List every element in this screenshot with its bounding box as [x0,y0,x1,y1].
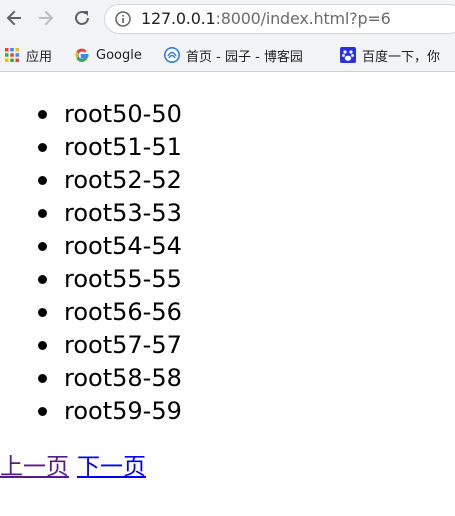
list-item-text: root57-57 [64,331,182,359]
pagination: 上一页 下一页 [0,452,146,482]
bullet-icon [38,209,47,218]
bookmark-apps[interactable]: 应用 [4,44,52,66]
reload-icon [75,10,89,25]
bookmark-google[interactable]: Google [74,44,142,66]
list-item: root58-58 [0,362,182,395]
bookmark-cnblogs[interactable]: 首页 - 园子 - 博客园 [164,44,303,66]
url-host: 127.0.0.1 [141,9,216,28]
list-item: root52-52 [0,164,182,197]
browser-toolbar: 127.0.0.1:8000/index.html?p=6 [0,0,455,38]
list-item-text: root59-59 [64,397,182,425]
address-bar[interactable]: 127.0.0.1:8000/index.html?p=6 [104,4,455,34]
bookmark-baidu[interactable]: 百度一下，你 [340,44,440,66]
bookmark-label: Google [96,47,142,63]
list-item-text: root55-55 [64,265,182,293]
list-item: root55-55 [0,263,182,296]
bookmark-label: 首页 - 园子 - 博客园 [186,49,303,65]
bullet-icon [38,143,47,152]
bullet-icon [38,374,47,383]
prev-page-link[interactable]: 上一页 [0,454,69,480]
baidu-paw-icon [340,47,356,63]
back-arrow-icon [6,10,21,26]
bullet-icon [38,110,47,119]
browser-chrome: 127.0.0.1:8000/index.html?p=6 应用 Google … [0,0,455,72]
url-path: :8000/index.html?p=6 [215,9,391,28]
list-item-text: root54-54 [64,232,182,260]
list-item: root59-59 [0,395,182,428]
forward-arrow-icon [39,10,54,26]
bullet-icon [38,176,47,185]
bullet-icon [38,242,47,251]
list-item-text: root51-51 [64,133,182,161]
item-list: root50-50 root51-51 root52-52 root53-53 … [0,98,182,428]
forward-button[interactable] [34,6,58,30]
list-item: root51-51 [0,131,182,164]
list-item: root50-50 [0,98,182,131]
back-button[interactable] [2,6,26,30]
list-item-text: root58-58 [64,364,182,392]
google-icon [75,48,89,62]
bookmark-label: 应用 [26,49,53,65]
info-icon[interactable] [115,11,131,27]
list-item-text: root53-53 [64,199,182,227]
bullet-icon [38,275,47,284]
list-item: root56-56 [0,296,182,329]
list-item: root54-54 [0,230,182,263]
list-item-text: root50-50 [64,100,182,128]
next-page-link[interactable]: 下一页 [77,454,146,480]
bullet-icon [38,308,47,317]
list-item-text: root52-52 [64,166,182,194]
cnblogs-icon [164,47,180,63]
bullet-icon [38,341,47,350]
bookmark-label: 百度一下，你 [362,49,441,65]
list-item: root53-53 [0,197,182,230]
url-text[interactable]: 127.0.0.1:8000/index.html?p=6 [141,10,391,28]
reload-button[interactable] [70,6,94,30]
apps-grid-icon [5,48,19,62]
bullet-icon [38,407,47,416]
list-item: root57-57 [0,329,182,362]
bookmarks-bar: 应用 Google 首页 - 园子 - 博客园 百度一下，你 [0,38,455,72]
list-item-text: root56-56 [64,298,182,326]
